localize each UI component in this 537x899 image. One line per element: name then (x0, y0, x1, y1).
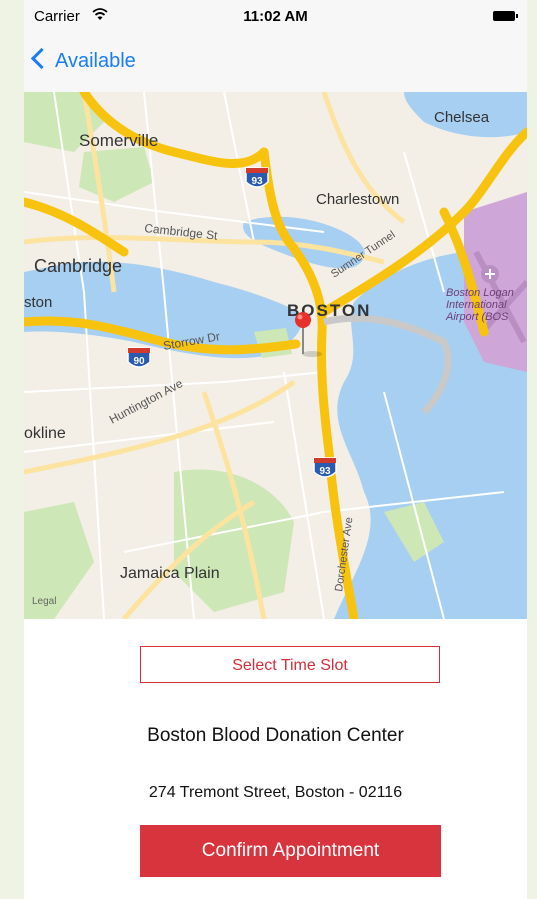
select-time-slot-button[interactable]: Select Time Slot (140, 646, 440, 683)
navigation-bar: Available (24, 38, 527, 92)
donation-center-address: 274 Tremont Street, Boston - 02116 (148, 784, 403, 801)
confirm-appointment-button[interactable]: Confirm Appointment (140, 825, 441, 877)
map-label-somerville: Somerville (79, 131, 158, 150)
map-view[interactable]: 93 90 93 Somerville Chelsea Charlestown … (24, 92, 527, 619)
interstate-90-shield: 90 (127, 347, 151, 368)
map-label-cambridge: Cambridge (34, 256, 122, 276)
interstate-93-south-shield: 93 (313, 457, 337, 478)
back-button-label: Available (55, 50, 136, 72)
map-label-airport-line1: Boston Logan (446, 287, 514, 299)
map-label-airport-line2: International (446, 299, 507, 311)
shield-90-label: 90 (133, 356, 145, 367)
shield-93-north-label: 93 (251, 176, 263, 187)
status-time: 11:02 AM (243, 8, 308, 25)
back-button[interactable]: Available (30, 47, 136, 73)
shield-93-south-label: 93 (319, 466, 331, 477)
phone-screen: Carrier 11:02 AM Available 93 90 93 Some… (24, 0, 527, 899)
map-label-brookline: okline (24, 425, 66, 442)
map-label-chelsea: Chelsea (434, 109, 490, 126)
airport-icon (481, 265, 499, 283)
map-label-jamaica-plain: Jamaica Plain (120, 565, 220, 582)
donation-center-name: Boston Blood Donation Center (147, 725, 404, 746)
chevron-left-icon (30, 47, 53, 70)
map-legal-link: Legal (32, 596, 56, 607)
battery-icon (493, 11, 518, 21)
map-label-airport-line3: Airport (BOS (445, 311, 509, 323)
map-label-charlestown: Charlestown (316, 191, 399, 208)
interstate-93-north-shield: 93 (245, 167, 269, 188)
status-bar: Carrier 11:02 AM (24, 0, 527, 38)
map-label-ston: ston (24, 294, 52, 311)
